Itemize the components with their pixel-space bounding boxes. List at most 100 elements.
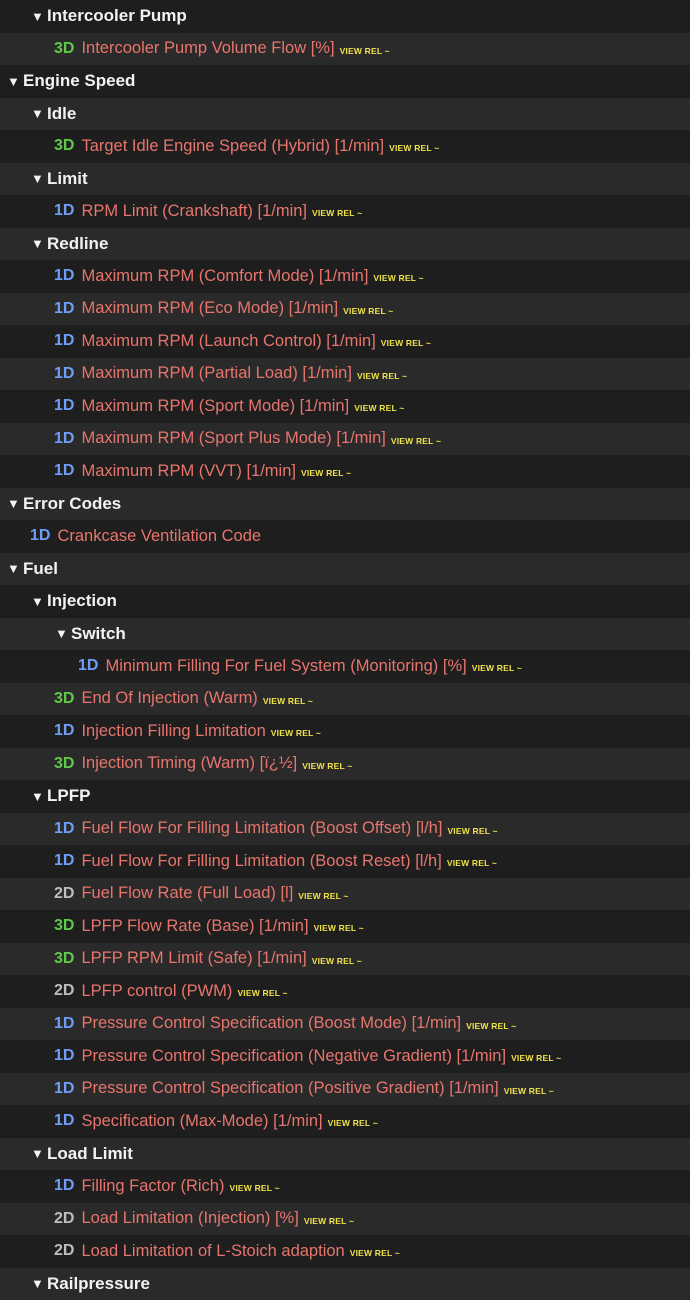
tree-item-rpm-limit-crankshaft-1-min[interactable]: 1DRPM Limit (Crankshaft) [1/min]VIEW REL…	[0, 195, 690, 228]
caret-down-icon[interactable]: ▼	[7, 74, 21, 89]
tree-item-label[interactable]: Pressure Control Specification (Boost Mo…	[81, 1014, 461, 1033]
tree-item-label[interactable]: Target Idle Engine Speed (Hybrid) [1/min…	[81, 137, 384, 156]
caret-down-icon[interactable]: ▼	[31, 9, 45, 24]
caret-down-icon[interactable]: ▼	[31, 106, 45, 121]
tree-group-lpfp[interactable]: ▼LPFP	[0, 780, 690, 813]
tree-item-label[interactable]: Load Limitation (Injection) [%]	[81, 1209, 298, 1228]
tree-group-limit[interactable]: ▼Limit	[0, 163, 690, 196]
tree-item-label[interactable]: Injection Timing (Warm) [ï¿½]	[81, 754, 297, 773]
view-rel-link[interactable]: VIEW REL ~	[229, 1183, 279, 1193]
tree-item-target-idle-engine-speed-hybrid-1-min[interactable]: 3DTarget Idle Engine Speed (Hybrid) [1/m…	[0, 130, 690, 163]
caret-down-icon[interactable]: ▼	[31, 171, 45, 186]
view-rel-link[interactable]: VIEW REL ~	[314, 923, 364, 933]
tree-item-pressure-control-specification-boost-mode-1-min[interactable]: 1DPressure Control Specification (Boost …	[0, 1008, 690, 1041]
caret-down-icon[interactable]: ▼	[31, 236, 45, 251]
tree-item-maximum-rpm-launch-control-1-min[interactable]: 1DMaximum RPM (Launch Control) [1/min]VI…	[0, 325, 690, 358]
tree-item-lpfp-flow-rate-base-1-min[interactable]: 3DLPFP Flow Rate (Base) [1/min]VIEW REL …	[0, 910, 690, 943]
tree-item-pressure-control-specification-negative-gradient-1-min[interactable]: 1DPressure Control Specification (Negati…	[0, 1040, 690, 1073]
view-rel-link[interactable]: VIEW REL ~	[298, 891, 348, 901]
tree-item-lpfp-rpm-limit-safe-1-min[interactable]: 3DLPFP RPM Limit (Safe) [1/min]VIEW REL …	[0, 943, 690, 976]
tree-group-injection[interactable]: ▼Injection	[0, 585, 690, 618]
tree-item-label[interactable]: Fuel Flow For Filling Limitation (Boost …	[81, 819, 442, 838]
tree-item-intercooler-pump-volume-flow[interactable]: 3DIntercooler Pump Volume Flow [%]VIEW R…	[0, 33, 690, 66]
view-rel-link[interactable]: VIEW REL ~	[472, 663, 522, 673]
tree-item-injection-timing-warm[interactable]: 3DInjection Timing (Warm) [ï¿½]VIEW REL …	[0, 748, 690, 781]
tree-group-engine-speed[interactable]: ▼Engine Speed	[0, 65, 690, 98]
tree-item-specification-max-mode-1-min[interactable]: 1DSpecification (Max-Mode) [1/min]VIEW R…	[0, 1105, 690, 1138]
view-rel-link[interactable]: VIEW REL ~	[340, 46, 390, 56]
tree-item-label[interactable]: Maximum RPM (Sport Plus Mode) [1/min]	[81, 429, 385, 448]
view-rel-link[interactable]: VIEW REL ~	[373, 273, 423, 283]
tree-item-label[interactable]: Pressure Control Specification (Negative…	[81, 1047, 506, 1066]
tree-item-maximum-rpm-partial-load-1-min[interactable]: 1DMaximum RPM (Partial Load) [1/min]VIEW…	[0, 358, 690, 391]
tree-item-maximum-rpm-sport-mode-1-min[interactable]: 1DMaximum RPM (Sport Mode) [1/min]VIEW R…	[0, 390, 690, 423]
tree-item-label[interactable]: LPFP Flow Rate (Base) [1/min]	[81, 917, 308, 936]
view-rel-link[interactable]: VIEW REL ~	[447, 858, 497, 868]
view-rel-link[interactable]: VIEW REL ~	[304, 1216, 354, 1226]
tree-item-crankcase-ventilation-code[interactable]: 1DCrankcase Ventilation Code	[0, 520, 690, 553]
tree-item-lpfp-control-pwm[interactable]: 2DLPFP control (PWM)VIEW REL ~	[0, 975, 690, 1008]
tree-item-label[interactable]: Minimum Filling For Fuel System (Monitor…	[105, 657, 466, 676]
tree-item-label[interactable]: Maximum RPM (Partial Load) [1/min]	[81, 364, 352, 383]
tree-item-maximum-rpm-sport-plus-mode-1-min[interactable]: 1DMaximum RPM (Sport Plus Mode) [1/min]V…	[0, 423, 690, 456]
tree-group-fuel[interactable]: ▼Fuel	[0, 553, 690, 586]
view-rel-link[interactable]: VIEW REL ~	[301, 468, 351, 478]
tree-item-load-limitation-of-l-stoich-adaption[interactable]: 2DLoad Limitation of L-Stoich adaptionVI…	[0, 1235, 690, 1268]
view-rel-link[interactable]: VIEW REL ~	[504, 1086, 554, 1096]
view-rel-link[interactable]: VIEW REL ~	[511, 1053, 561, 1063]
tree-item-label[interactable]: LPFP RPM Limit (Safe) [1/min]	[81, 949, 306, 968]
view-rel-link[interactable]: VIEW REL ~	[312, 208, 362, 218]
view-rel-link[interactable]: VIEW REL ~	[343, 306, 393, 316]
tree-group-error-codes[interactable]: ▼Error Codes	[0, 488, 690, 521]
tree-item-maximum-rpm-eco-mode-1-min[interactable]: 1DMaximum RPM (Eco Mode) [1/min]VIEW REL…	[0, 293, 690, 326]
tree-item-filling-factor-rich[interactable]: 1DFilling Factor (Rich)VIEW REL ~	[0, 1170, 690, 1203]
tree-item-label[interactable]: Load Limitation of L-Stoich adaption	[81, 1242, 344, 1261]
view-rel-link[interactable]: VIEW REL ~	[350, 1248, 400, 1258]
view-rel-link[interactable]: VIEW REL ~	[466, 1021, 516, 1031]
caret-down-icon[interactable]: ▼	[31, 1146, 45, 1161]
tree-item-label[interactable]: Pressure Control Specification (Positive…	[81, 1079, 498, 1098]
tree-item-fuel-flow-for-filling-limitation-boost-offset-l-h[interactable]: 1DFuel Flow For Filling Limitation (Boos…	[0, 813, 690, 846]
view-rel-link[interactable]: VIEW REL ~	[312, 956, 362, 966]
view-rel-link[interactable]: VIEW REL ~	[263, 696, 313, 706]
tree-item-fuel-flow-rate-full-load-l[interactable]: 2DFuel Flow Rate (Full Load) [l]VIEW REL…	[0, 878, 690, 911]
tree-item-label[interactable]: Maximum RPM (Sport Mode) [1/min]	[81, 397, 349, 416]
tree-item-maximum-rpm-comfort-mode-1-min[interactable]: 1DMaximum RPM (Comfort Mode) [1/min]VIEW…	[0, 260, 690, 293]
tree-item-label[interactable]: Filling Factor (Rich)	[81, 1177, 224, 1196]
view-rel-link[interactable]: VIEW REL ~	[237, 988, 287, 998]
caret-down-icon[interactable]: ▼	[31, 789, 45, 804]
tree-group-load-limit[interactable]: ▼Load Limit	[0, 1138, 690, 1171]
tree-group-switch[interactable]: ▼Switch	[0, 618, 690, 651]
tree-item-label[interactable]: End Of Injection (Warm)	[81, 689, 257, 708]
tree-item-label[interactable]: LPFP control (PWM)	[81, 982, 232, 1001]
view-rel-link[interactable]: VIEW REL ~	[271, 728, 321, 738]
view-rel-link[interactable]: VIEW REL ~	[328, 1118, 378, 1128]
tree-item-label[interactable]: Maximum RPM (Launch Control) [1/min]	[81, 332, 375, 351]
caret-down-icon[interactable]: ▼	[31, 594, 45, 609]
caret-down-icon[interactable]: ▼	[7, 496, 21, 511]
tree-item-label[interactable]: Maximum RPM (Eco Mode) [1/min]	[81, 299, 338, 318]
tree-item-label[interactable]: Crankcase Ventilation Code	[57, 527, 261, 546]
tree-item-label[interactable]: Maximum RPM (VVT) [1/min]	[81, 462, 296, 481]
view-rel-link[interactable]: VIEW REL ~	[389, 143, 439, 153]
view-rel-link[interactable]: VIEW REL ~	[302, 761, 352, 771]
tree-item-load-limitation-injection[interactable]: 2DLoad Limitation (Injection) [%]VIEW RE…	[0, 1203, 690, 1236]
tree-group-railpressure[interactable]: ▼Railpressure	[0, 1268, 690, 1300]
caret-down-icon[interactable]: ▼	[7, 561, 21, 576]
view-rel-link[interactable]: VIEW REL ~	[357, 371, 407, 381]
tree-item-label[interactable]: RPM Limit (Crankshaft) [1/min]	[81, 202, 307, 221]
view-rel-link[interactable]: VIEW REL ~	[391, 436, 441, 446]
caret-down-icon[interactable]: ▼	[31, 1276, 45, 1291]
tree-item-label[interactable]: Intercooler Pump Volume Flow [%]	[81, 39, 334, 58]
tree-item-injection-filling-limitation[interactable]: 1DInjection Filling LimitationVIEW REL ~	[0, 715, 690, 748]
tree-group-intercooler-pump[interactable]: ▼Intercooler Pump	[0, 0, 690, 33]
caret-down-icon[interactable]: ▼	[55, 626, 69, 641]
view-rel-link[interactable]: VIEW REL ~	[447, 826, 497, 836]
tree-item-label[interactable]: Maximum RPM (Comfort Mode) [1/min]	[81, 267, 368, 286]
tree-item-minimum-filling-for-fuel-system-monitoring[interactable]: 1DMinimum Filling For Fuel System (Monit…	[0, 650, 690, 683]
tree-item-label[interactable]: Specification (Max-Mode) [1/min]	[81, 1112, 322, 1131]
tree-group-redline[interactable]: ▼Redline	[0, 228, 690, 261]
tree-item-end-of-injection-warm[interactable]: 3DEnd Of Injection (Warm)VIEW REL ~	[0, 683, 690, 716]
tree-item-maximum-rpm-vvt-1-min[interactable]: 1DMaximum RPM (VVT) [1/min]VIEW REL ~	[0, 455, 690, 488]
tree-group-idle[interactable]: ▼Idle	[0, 98, 690, 131]
